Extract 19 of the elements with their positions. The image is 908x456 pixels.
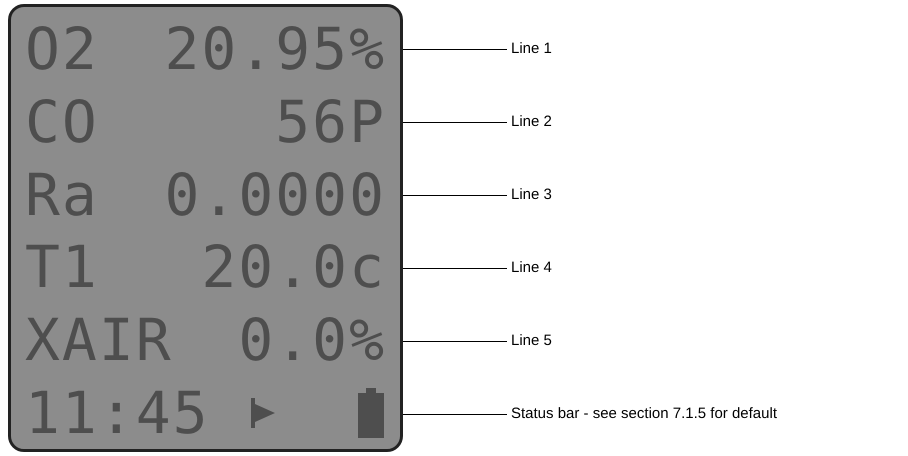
callout-label: Line 4 [511, 258, 552, 278]
callout-label: Line 2 [511, 112, 552, 132]
callout-label: Status bar - see section 7.1.5 for default [511, 404, 777, 424]
callout-label: Line 3 [511, 185, 552, 206]
reading-value: 0.0000 [164, 166, 386, 224]
reading-label: CO [25, 93, 99, 151]
callout-label: Line 1 [511, 39, 552, 60]
callout-label: Line 5 [511, 331, 552, 352]
reading-label: O2 [25, 20, 99, 78]
reading-label: XAIR [25, 311, 173, 370]
reading-label: T1 [25, 238, 99, 296]
reading-value: 0.0% [238, 311, 386, 370]
reading-value: 20.95% [164, 20, 386, 78]
reading-value: 56P [275, 93, 386, 151]
play-icon [248, 398, 277, 428]
battery-icon [356, 388, 386, 438]
reading-value: 20.0c [201, 238, 386, 296]
reading-label: Ra [25, 166, 99, 224]
clock-time: 11:45 [25, 384, 210, 442]
